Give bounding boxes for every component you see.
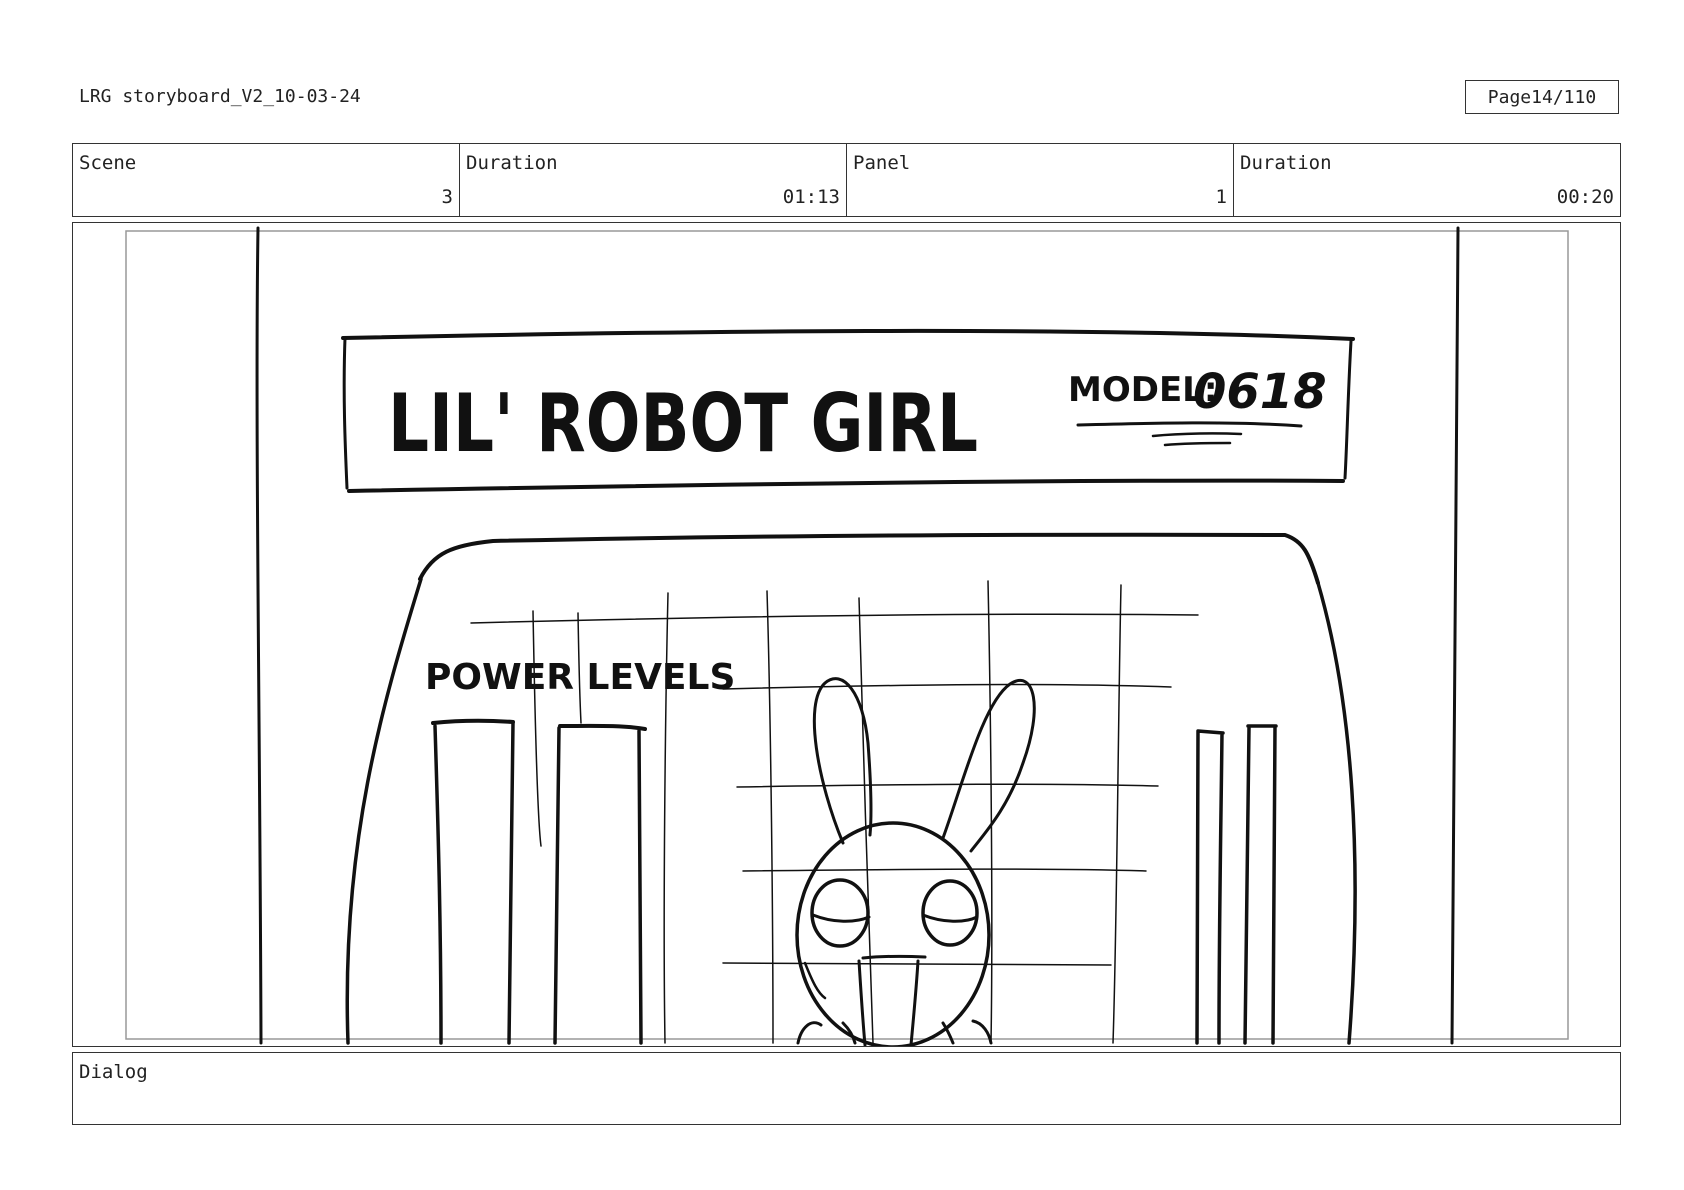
right-ear	[941, 678, 1036, 853]
panel-label: Panel	[853, 152, 911, 174]
page-indicator: Page 14/110	[1465, 80, 1619, 114]
panel-duration-cell: Duration 00:20	[1234, 144, 1620, 216]
left-wall-line	[255, 226, 263, 1045]
right-eye	[921, 879, 979, 947]
dialog-box: Dialog	[72, 1052, 1621, 1125]
right-wall-line	[1450, 226, 1460, 1045]
power-bar-3	[1195, 729, 1225, 1045]
model-underline	[1076, 421, 1303, 428]
bunny-mouth	[861, 954, 927, 960]
sign-board: LIL' ROBOT GIRL MODEL: 0618	[341, 328, 1355, 493]
scene-duration-label: Duration	[466, 152, 558, 174]
panel-duration-value: 00:20	[1556, 186, 1614, 208]
page-number: 14/110	[1531, 86, 1597, 108]
power-bar-2	[558, 723, 647, 731]
scene-duration-value: 01:13	[782, 186, 840, 208]
scene-cell: Scene 3	[73, 144, 460, 216]
dialog-label: Dialog	[79, 1061, 148, 1083]
power-levels-label: POWER LEVELS	[425, 657, 735, 698]
panel-info-row: Scene 3 Duration 01:13 Panel 1 Duration …	[72, 143, 1621, 217]
bunny-head	[795, 821, 991, 1046]
scene-duration-cell: Duration 01:13	[460, 144, 847, 216]
bunny-character	[795, 677, 1036, 1046]
document-title: LRG storyboard_V2_10-03-24	[79, 86, 361, 107]
panel-sketch: LIL' ROBOT GIRL MODEL: 0618 POWER LEVELS	[125, 226, 1569, 1046]
power-levels: POWER LEVELS	[425, 657, 1278, 1045]
scene-value: 3	[441, 186, 453, 208]
sign-title: LIL' ROBOT GIRL	[388, 377, 978, 470]
power-bar-1	[431, 718, 515, 725]
model-number: 0618	[1193, 364, 1327, 420]
scene-label: Scene	[79, 152, 137, 174]
machine-body	[345, 532, 1357, 1045]
panel-value: 1	[1215, 186, 1227, 208]
power-bar-4	[1243, 724, 1278, 1045]
left-eye	[810, 878, 870, 948]
page-label: Page	[1487, 86, 1532, 108]
storyboard-panel: LIL' ROBOT GIRL MODEL: 0618 POWER LEVELS	[72, 222, 1621, 1047]
panel-cell: Panel 1	[847, 144, 1234, 216]
panel-duration-label: Duration	[1240, 152, 1332, 174]
